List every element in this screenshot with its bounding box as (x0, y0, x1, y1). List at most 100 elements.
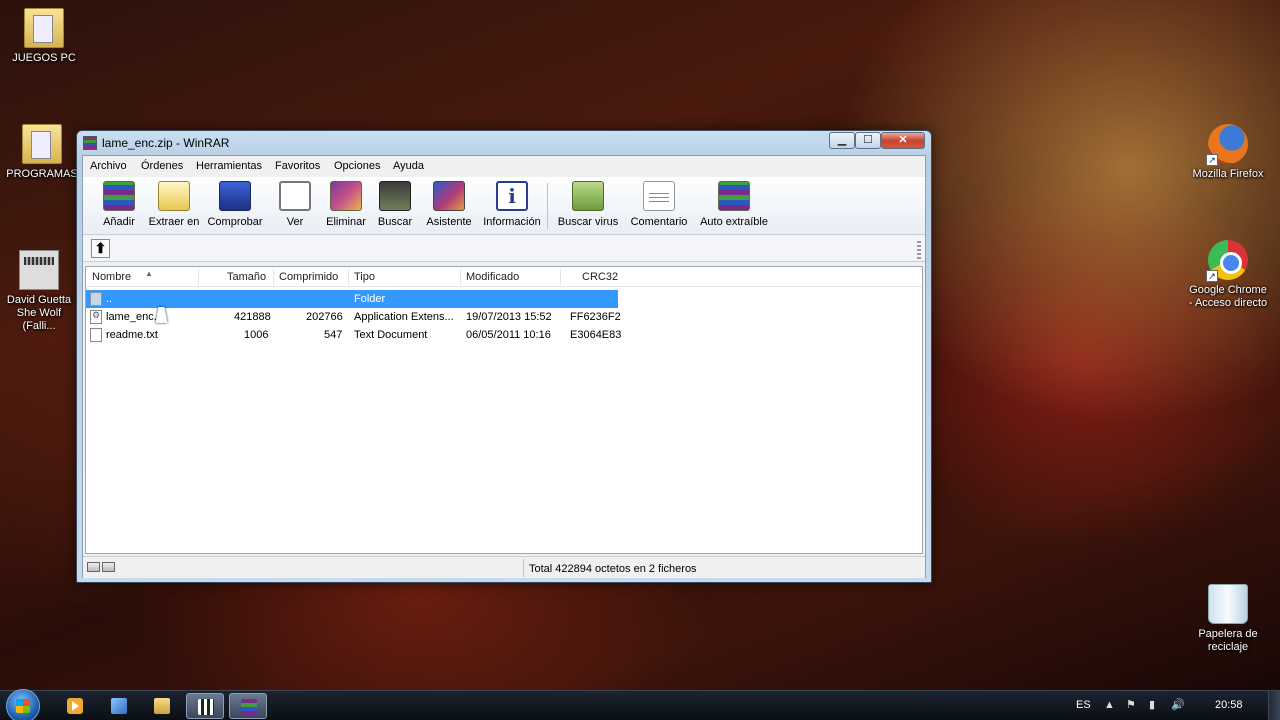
file-name: lame_enc.d (106, 311, 163, 323)
view-label: Ver (286, 216, 304, 228)
add-button[interactable]: Añadir (93, 181, 145, 233)
folder-icon (154, 698, 170, 714)
column-name[interactable]: Nombre ▲ (92, 269, 153, 283)
column-crc[interactable]: CRC32 (582, 271, 618, 283)
language-indicator[interactable]: ES (1076, 699, 1091, 711)
column-divider[interactable] (560, 269, 561, 285)
desktop-icon-label: Papelera de reciclaje (1198, 628, 1258, 653)
column-packed[interactable]: Comprimido (279, 271, 338, 283)
desktop-icon-label: JUEGOS PC (12, 52, 76, 64)
file-row-parent[interactable]: .. Folder (86, 290, 618, 308)
desktop-icon-david-guetta[interactable]: David Guetta She Wolf (Falli... (0, 250, 78, 333)
test-label: Comprobar (207, 216, 263, 228)
taskbar-tool[interactable] (100, 693, 138, 719)
action-center-icon[interactable]: ⚑ (1126, 699, 1138, 711)
column-header: Nombre ▲ Tamaño Comprimido Tipo Modificad… (86, 267, 922, 287)
file-type: Text Document (354, 329, 428, 341)
column-divider[interactable] (273, 269, 274, 285)
status-text: Total 422894 octetos en 2 ficheros (529, 563, 697, 575)
key-icon[interactable] (102, 562, 115, 572)
file-row[interactable]: readme.txt 1006 547 Text Document 06/05/… (86, 326, 621, 344)
up-folder-button[interactable]: ⬆ (91, 239, 110, 258)
sfx-label: Auto extraíble (700, 216, 768, 228)
taskbar-video-app[interactable] (186, 693, 224, 719)
status-icons (87, 562, 117, 574)
address-bar: ⬆ (83, 236, 925, 262)
desktop-icon-firefox[interactable]: ↗ Mozilla Firefox (1186, 124, 1270, 181)
close-button[interactable]: ✕ (881, 132, 925, 149)
file-type: Application Extens... (354, 311, 454, 323)
column-divider[interactable] (198, 269, 199, 285)
folder-icon (24, 8, 64, 48)
show-hidden-icons-icon[interactable]: ▲ (1104, 699, 1116, 711)
virus-scan-button[interactable]: Buscar virus (557, 181, 619, 233)
column-size[interactable]: Tamaño (227, 271, 266, 283)
winrar-app-icon[interactable] (83, 136, 97, 150)
toolbar-separator (547, 183, 548, 229)
delete-button[interactable]: Eliminar (323, 181, 369, 233)
file-packed: 202766 (306, 311, 343, 323)
menu-archivo[interactable]: Archivo (90, 160, 127, 172)
start-button[interactable] (6, 689, 40, 720)
menu-bar: Archivo Órdenes Herramientas Favoritos O… (83, 156, 925, 176)
taskbar-explorer[interactable] (143, 693, 181, 719)
file-name: .. (106, 293, 113, 305)
column-divider[interactable] (348, 269, 349, 285)
clapperboard-icon (198, 699, 214, 715)
menu-ordenes[interactable]: Órdenes (141, 160, 183, 172)
menu-opciones[interactable]: Opciones (334, 160, 380, 172)
status-bar: Total 422894 octetos en 2 ficheros (83, 556, 925, 578)
comment-icon (643, 181, 675, 211)
winrar-window: lame_enc.zip - WinRAR ▁ ☐ ✕ Archivo Órde… (76, 130, 932, 583)
test-button[interactable]: Comprobar (205, 181, 265, 233)
view-button[interactable]: Ver (271, 181, 319, 233)
column-modified[interactable]: Modificado (466, 271, 519, 283)
desktop-icon-programas[interactable]: PROGRAMAS (0, 124, 84, 181)
virus-scan-label: Buscar virus (557, 216, 619, 228)
winrar-icon (241, 699, 257, 715)
clock-time[interactable]: 20:58 (1215, 699, 1243, 711)
maximize-button[interactable]: ☐ (855, 132, 881, 149)
volume-icon[interactable]: 🔊 (1171, 699, 1185, 711)
info-button[interactable]: i Información (481, 181, 543, 233)
network-signal-icon[interactable]: ▮ (1149, 699, 1161, 711)
add-label: Añadir (103, 216, 135, 228)
comment-label: Comentario (630, 216, 688, 228)
window-title: lame_enc.zip - WinRAR (102, 136, 230, 150)
taskbar: ES ▲ ⚑ ▮ 🔊 20:58 (0, 689, 1280, 720)
desktop-icon-juegos-pc[interactable]: JUEGOS PC (2, 8, 86, 65)
sfx-button[interactable]: Auto extraíble (699, 181, 769, 233)
column-type[interactable]: Tipo (354, 271, 375, 283)
view-icon (279, 181, 311, 211)
file-type: Folder (354, 293, 386, 305)
window-client-area: Archivo Órdenes Herramientas Favoritos O… (82, 155, 926, 578)
file-name: readme.txt (106, 329, 158, 341)
find-button[interactable]: Buscar (375, 181, 415, 233)
find-label: Buscar (377, 216, 413, 228)
title-bar[interactable]: lame_enc.zip - WinRAR ▁ ☐ ✕ (77, 131, 931, 155)
file-size: 421888 (234, 311, 271, 323)
menu-favoritos[interactable]: Favoritos (275, 160, 320, 172)
show-desktop-button[interactable] (1268, 691, 1280, 720)
taskbar-media-player[interactable] (56, 693, 94, 719)
desktop-icon-recycle-bin[interactable]: Papelera de reciclaje (1186, 584, 1270, 654)
menu-herramientas[interactable]: Herramientas (196, 160, 262, 172)
desktop-icon-label: PROGRAMAS (6, 168, 78, 180)
info-label: Información (483, 216, 541, 228)
column-divider[interactable] (460, 269, 461, 285)
toolbar-grip[interactable] (917, 239, 921, 259)
recycle-bin-icon (1208, 584, 1248, 624)
file-list[interactable]: Nombre ▲ Tamaño Comprimido Tipo Modificad… (85, 266, 923, 554)
extract-to-button[interactable]: Extraer en (147, 181, 201, 233)
folder-icon (90, 292, 102, 306)
wizard-button[interactable]: Asistente (425, 181, 473, 233)
minimize-button[interactable]: ▁ (829, 132, 855, 149)
comment-button[interactable]: Comentario (629, 181, 689, 233)
desktop-icon-chrome[interactable]: ↗ Google Chrome - Acceso directo (1186, 240, 1270, 310)
drive-icon[interactable] (87, 562, 100, 572)
menu-ayuda[interactable]: Ayuda (393, 160, 424, 172)
file-size: 1006 (244, 329, 269, 341)
shortcut-arrow-icon: ↗ (1206, 270, 1218, 282)
media-file-icon (19, 250, 59, 290)
taskbar-winrar[interactable] (229, 693, 267, 719)
